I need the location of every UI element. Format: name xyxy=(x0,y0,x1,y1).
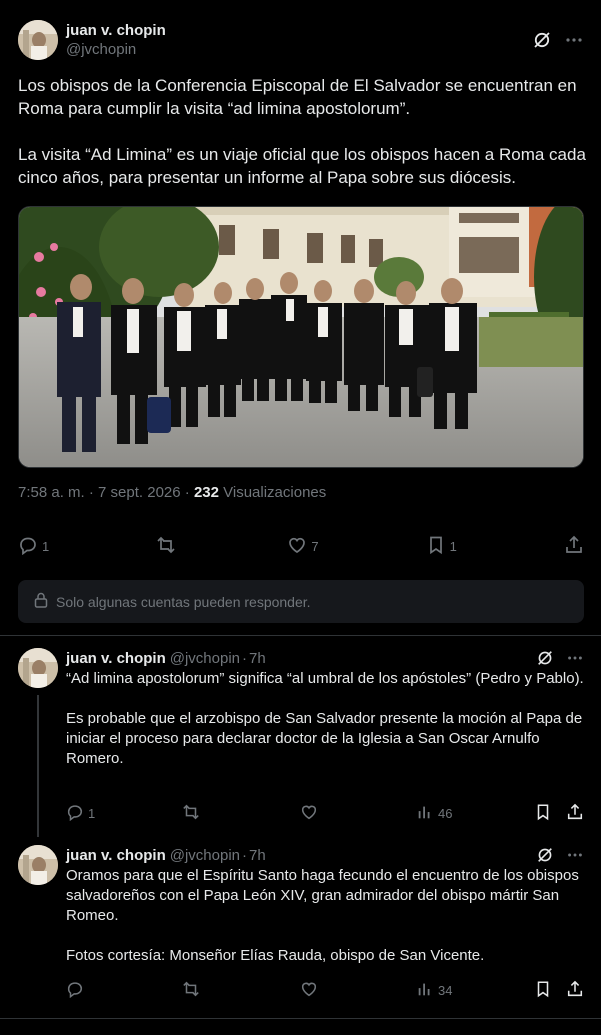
author-handle[interactable]: @jvchopin xyxy=(170,846,240,865)
avatar[interactable] xyxy=(18,845,58,885)
repost-button[interactable] xyxy=(182,803,200,824)
views-count: 34 xyxy=(438,982,453,998)
share-icon xyxy=(564,535,584,558)
reply-actions: 34 xyxy=(66,980,584,1000)
reply-bubble-icon xyxy=(66,980,84,1001)
avatar[interactable] xyxy=(18,648,58,688)
lock-icon xyxy=(34,592,48,611)
like-button[interactable]: 7 xyxy=(287,535,319,558)
views-bar-icon xyxy=(416,803,434,824)
bookmark-icon xyxy=(534,803,552,824)
tweet-timestamp[interactable]: 7:58 a. m. · 7 sept. 2026 · xyxy=(18,484,194,501)
share-icon xyxy=(566,980,584,1001)
author-name[interactable]: juan v. chopin xyxy=(66,846,166,865)
reply-time[interactable]: 7h xyxy=(249,847,266,864)
bookmark-count: 1 xyxy=(449,538,457,554)
reply-header: juan v. chopin @jvchopin · 7h xyxy=(66,845,584,865)
author-name[interactable]: juan v. chopin xyxy=(66,21,166,40)
views-count: 232 xyxy=(193,484,219,501)
tweet-meta: 7:58 a. m. · 7 sept. 2026 · 232 Visualiz… xyxy=(18,484,326,501)
reply-bubble-icon xyxy=(18,535,38,558)
share-button[interactable] xyxy=(566,980,584,1001)
heart-icon xyxy=(300,803,318,824)
tweet-paragraph: La visita “Ad Limina” es un viaje oficia… xyxy=(18,145,586,187)
more-dots-icon[interactable] xyxy=(566,846,584,864)
author-handle[interactable]: @jvchopin xyxy=(170,649,240,668)
repost-icon xyxy=(182,980,200,1001)
share-button[interactable] xyxy=(566,803,584,824)
repost-icon xyxy=(156,535,176,558)
grok-icon[interactable] xyxy=(532,30,552,50)
separator: · xyxy=(242,649,247,667)
restriction-text: Solo algunas cuentas pueden responder. xyxy=(56,593,311,610)
reply-bubble-icon xyxy=(66,803,84,824)
views-label: Visualizaciones xyxy=(218,484,327,501)
reply-paragraph: Oramos para que el Espíritu Santo haga f… xyxy=(66,867,579,924)
bookmark-icon xyxy=(426,535,446,558)
reply-tweet[interactable]: juan v. chopin @jvchopin · 7h “Ad limina… xyxy=(0,648,601,838)
tweet-paragraph: Los obispos de la Conferencia Episcopal … xyxy=(18,76,577,118)
repost-icon xyxy=(182,803,200,824)
reply-button[interactable] xyxy=(66,980,88,1001)
reply-paragraph: Fotos cortesía: Monseñor Elías Rauda, ob… xyxy=(66,947,485,964)
avatar[interactable] xyxy=(18,20,58,60)
more-dots-icon[interactable] xyxy=(566,649,584,667)
reply-text: “Ad limina apostolorum” significa “al um… xyxy=(66,669,584,769)
views-count: 46 xyxy=(438,805,453,821)
reply-paragraph: “Ad limina apostolorum” significa “al um… xyxy=(66,670,584,687)
bookmark-icon xyxy=(534,980,552,1001)
views-bar-icon xyxy=(416,980,434,1001)
heart-icon xyxy=(287,535,307,558)
reply-text: Oramos para que el Espíritu Santo haga f… xyxy=(66,866,584,966)
share-icon xyxy=(566,803,584,824)
heart-icon xyxy=(300,980,318,1001)
tweet-photo[interactable] xyxy=(18,206,584,468)
tweet-actions: 1 7 1 xyxy=(18,532,584,560)
reply-tweet[interactable]: juan v. chopin @jvchopin · 7h Oramos par… xyxy=(0,845,601,1015)
reply-paragraph: Es probable que el arzobispo de San Salv… xyxy=(66,710,583,767)
reply-button[interactable]: 1 xyxy=(66,803,95,824)
like-count: 7 xyxy=(311,538,319,554)
views-button[interactable]: 34 xyxy=(416,980,452,1001)
repost-button[interactable] xyxy=(182,980,200,1001)
separator: · xyxy=(242,846,247,864)
like-button[interactable] xyxy=(300,803,318,824)
reply-count: 1 xyxy=(88,805,96,821)
grok-icon[interactable] xyxy=(536,649,554,667)
reply-count: 1 xyxy=(42,538,50,554)
reply-time[interactable]: 7h xyxy=(249,650,266,667)
bookmark-button[interactable]: 1 xyxy=(426,535,457,558)
views-button[interactable]: 46 xyxy=(416,803,452,824)
bookmark-button[interactable] xyxy=(534,803,552,824)
author-handle[interactable]: @jvchopin xyxy=(66,40,166,59)
divider xyxy=(0,1018,601,1019)
tweet-text: Los obispos de la Conferencia Episcopal … xyxy=(18,74,588,212)
main-tweet: juan v. chopin @jvchopin Los obispos de … xyxy=(0,0,601,636)
more-dots-icon[interactable] xyxy=(564,30,584,50)
bookmark-button[interactable] xyxy=(534,980,552,1001)
tweet-header: juan v. chopin @jvchopin xyxy=(18,20,584,60)
repost-button[interactable] xyxy=(156,535,180,558)
reply-button[interactable]: 1 xyxy=(18,535,49,558)
author-name[interactable]: juan v. chopin xyxy=(66,649,166,668)
share-button[interactable] xyxy=(564,535,584,558)
like-button[interactable] xyxy=(300,980,318,1001)
reply-header: juan v. chopin @jvchopin · 7h xyxy=(66,648,584,668)
reply-restriction-notice: Solo algunas cuentas pueden responder. xyxy=(18,580,584,623)
grok-icon[interactable] xyxy=(536,846,554,864)
reply-actions: 1 46 xyxy=(66,803,584,823)
